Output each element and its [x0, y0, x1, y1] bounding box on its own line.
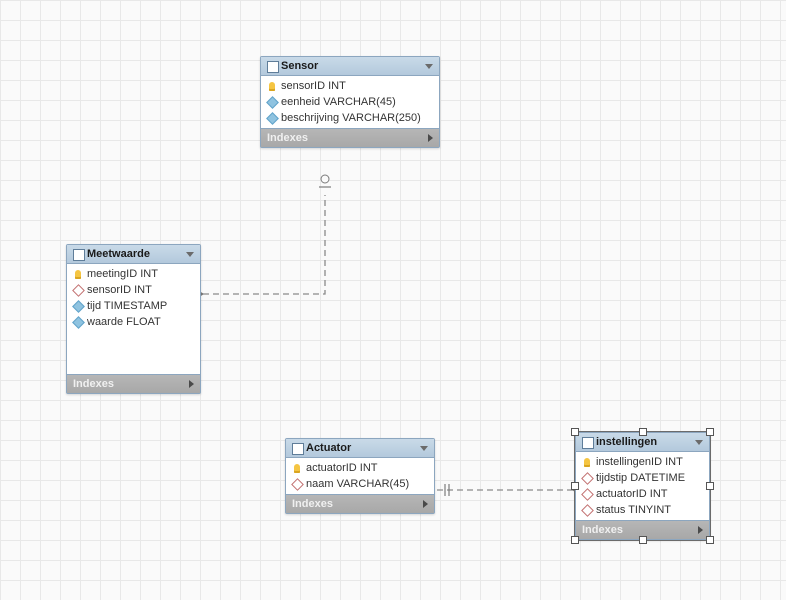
chevron-right-icon [428, 134, 433, 142]
selection-handle[interactable] [571, 536, 579, 544]
column-label: eenheid VARCHAR(45) [281, 96, 396, 108]
diamond-icon [267, 113, 277, 123]
primary-key-icon [73, 269, 83, 279]
column-row[interactable]: instellingenID INT [576, 454, 709, 470]
entity-header[interactable]: Actuator [286, 439, 434, 458]
column-row[interactable]: beschrijving VARCHAR(250) [261, 110, 439, 126]
table-icon [267, 61, 277, 71]
entity-meetwaarde[interactable]: Meetwaarde meetingID INT sensorID INT tijd … [66, 244, 201, 394]
selection-handle[interactable] [706, 428, 714, 436]
ring-icon [73, 285, 83, 295]
erd-canvas[interactable]: Sensor sensorID INT eenheid VARCHAR(45) bes… [0, 0, 786, 600]
column-row[interactable]: sensorID INT [67, 282, 200, 298]
primary-key-icon [267, 81, 277, 91]
entity-title: Actuator [306, 442, 416, 454]
table-icon [73, 249, 83, 259]
entity-actuator[interactable]: Actuator actuatorID INT naam VARCHAR(45) In… [285, 438, 435, 514]
column-label: tijd TIMESTAMP [87, 300, 167, 312]
ring-icon [582, 489, 592, 499]
relationship-line[interactable] [203, 195, 325, 294]
entity-header[interactable]: Meetwaarde [67, 245, 200, 264]
column-row[interactable]: actuatorID INT [576, 486, 709, 502]
column-label: status TINYINT [596, 504, 671, 516]
entity-columns: instellingenID INT tijdstip DATETIME actua… [576, 452, 709, 520]
entity-title: Sensor [281, 60, 421, 72]
column-label: actuatorID INT [596, 488, 668, 500]
column-label: actuatorID INT [306, 462, 378, 474]
column-row[interactable]: naam VARCHAR(45) [286, 476, 434, 492]
column-label: waarde FLOAT [87, 316, 161, 328]
column-label: sensorID INT [87, 284, 152, 296]
diamond-icon [73, 317, 83, 327]
diamond-icon [267, 97, 277, 107]
column-label: beschrijving VARCHAR(250) [281, 112, 421, 124]
column-label: instellingenID INT [596, 456, 683, 468]
column-row[interactable]: status TINYINT [576, 502, 709, 518]
selection-handle[interactable] [571, 482, 579, 490]
indexes-section[interactable]: Indexes [261, 128, 439, 147]
selection-handle[interactable] [639, 536, 647, 544]
chevron-right-icon [698, 526, 703, 534]
column-row[interactable]: tijdstip DATETIME [576, 470, 709, 486]
table-icon [582, 437, 592, 447]
entity-columns: meetingID INT sensorID INT tijd TIMESTAMP w… [67, 264, 200, 374]
selection-handle[interactable] [706, 536, 714, 544]
indexes-label: Indexes [292, 498, 333, 510]
entity-header[interactable]: Sensor [261, 57, 439, 76]
selection-handle[interactable] [571, 428, 579, 436]
column-label: naam VARCHAR(45) [306, 478, 409, 490]
chevron-down-icon[interactable] [695, 440, 703, 445]
column-label: sensorID INT [281, 80, 346, 92]
chevron-down-icon[interactable] [186, 252, 194, 257]
indexes-label: Indexes [267, 132, 308, 144]
selection-handle[interactable] [639, 428, 647, 436]
entity-instellingen[interactable]: instellingen instellingenID INT tijdstip D… [575, 432, 710, 540]
chevron-right-icon [189, 380, 194, 388]
chevron-right-icon [423, 500, 428, 508]
column-row[interactable]: actuatorID INT [286, 460, 434, 476]
indexes-section[interactable]: Indexes [67, 374, 200, 393]
indexes-section[interactable]: Indexes [286, 494, 434, 513]
chevron-down-icon[interactable] [420, 446, 428, 451]
column-label: tijdstip DATETIME [596, 472, 685, 484]
column-row[interactable]: tijd TIMESTAMP [67, 298, 200, 314]
column-row[interactable]: waarde FLOAT [67, 314, 200, 330]
chevron-down-icon[interactable] [425, 64, 433, 69]
ring-icon [582, 505, 592, 515]
column-row[interactable]: meetingID INT [67, 266, 200, 282]
indexes-label: Indexes [582, 524, 623, 536]
ring-icon [582, 473, 592, 483]
diamond-icon [73, 301, 83, 311]
indexes-label: Indexes [73, 378, 114, 390]
entity-title: Meetwaarde [87, 248, 182, 260]
ring-icon [292, 479, 302, 489]
entity-sensor[interactable]: Sensor sensorID INT eenheid VARCHAR(45) bes… [260, 56, 440, 148]
column-row[interactable]: sensorID INT [261, 78, 439, 94]
column-row[interactable]: eenheid VARCHAR(45) [261, 94, 439, 110]
entity-columns: sensorID INT eenheid VARCHAR(45) beschrijv… [261, 76, 439, 128]
primary-key-icon [292, 463, 302, 473]
table-icon [292, 443, 302, 453]
selection-handle[interactable] [706, 482, 714, 490]
primary-key-icon [582, 457, 592, 467]
column-label: meetingID INT [87, 268, 158, 280]
entity-title: instellingen [596, 436, 691, 448]
entity-columns: actuatorID INT naam VARCHAR(45) [286, 458, 434, 494]
